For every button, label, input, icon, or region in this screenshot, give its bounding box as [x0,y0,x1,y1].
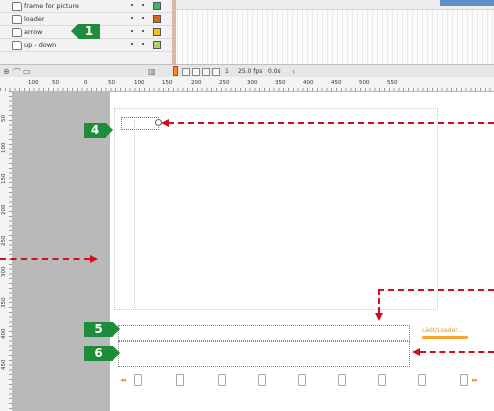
onion-skin-icon[interactable] [182,68,190,76]
layer-name: frame for picture [24,2,80,10]
layer-icon [12,2,22,11]
callout-5: 5 [84,322,120,337]
ruler-label: 100 [28,80,39,86]
ruler-label: 300 [1,266,7,278]
arrow-5-head-icon [375,313,383,321]
thumbnail-slot[interactable] [460,374,468,386]
ruler-label: 450 [1,359,7,371]
thumbnail-strip: ◂◂ ▸▸ [118,370,494,390]
ruler-label: 150 [162,80,173,86]
lock-dot-icon[interactable] [142,4,144,6]
callout-4: 4 [84,123,113,138]
arrow-stage-head-icon [90,255,98,263]
ruler-label: 350 [275,80,286,86]
scroll-left-icon[interactable]: ‹ [292,67,295,76]
timeline-frames-grid[interactable] [172,0,494,64]
layer-icon [12,15,22,24]
layer-color-swatch[interactable] [153,15,161,23]
picture-frame-placeholder[interactable] [121,117,159,130]
add-layer-icon[interactable]: ⊕ [3,67,10,76]
arrow-5-drop [378,289,380,313]
ruler-label: 0 [84,80,88,86]
layer-name: up - down [24,41,57,49]
edit-multiple-icon[interactable] [202,68,210,76]
layer-row-frame-for-picture[interactable]: frame for picture [0,0,172,13]
current-frame-readout: 1 [225,68,229,75]
thumbnail-slot[interactable] [218,374,226,386]
horizontal-ruler: 100 50 0 50 100 150 200 250 300 350 400 … [0,77,494,92]
callout-6: 6 [84,346,120,361]
ruler-label: 550 [387,80,398,86]
arrow-4-line [168,122,494,124]
thumbnail-slot[interactable] [176,374,184,386]
ruler-label: 450 [331,80,342,86]
add-folder-icon[interactable]: ▭ [23,67,31,76]
layer-color-swatch[interactable] [153,28,161,36]
ruler-label: 100 [134,80,145,86]
arrow-6-line [420,351,494,353]
thumbnail-slot[interactable] [258,374,266,386]
lock-dot-icon[interactable] [142,17,144,19]
arrow-5-line [378,289,494,291]
ruler-label: 400 [303,80,314,86]
ruler-label: 100 [1,142,7,154]
eye-dot-icon[interactable] [131,43,133,45]
loader-progress-bar [422,336,468,339]
up-down-bar-placeholder[interactable] [118,325,410,341]
ruler-label: 50 [108,80,115,86]
ruler-label: 250 [1,235,7,247]
ruler-label: 300 [247,80,258,86]
ruler-label: 350 [1,297,7,309]
onion-markers-icon[interactable] [212,68,220,76]
eye-dot-icon[interactable] [131,30,133,32]
arrow-6-head-icon [412,348,420,356]
thumbnail-slot[interactable] [338,374,346,386]
ruler-label: 500 [359,80,370,86]
frame-rate-readout: 25.0 fps [238,68,263,75]
layer-color-swatch[interactable] [153,2,161,10]
lock-dot-icon[interactable] [142,30,144,32]
caption-bar-placeholder[interactable] [118,341,410,367]
ruler-label: 400 [1,328,7,340]
panel-titlebar-fragment [440,0,494,6]
arrow-4-head-icon [161,119,169,127]
ruler-label: 50 [52,80,59,86]
thumbnail-slot[interactable] [134,374,142,386]
onion-outline-icon[interactable] [192,68,200,76]
eye-dot-icon[interactable] [131,4,133,6]
layer-name: arrow [24,28,43,36]
elapsed-time-readout: 0.0s [268,68,281,75]
layer-icon [12,41,22,50]
trash-icon[interactable]: ▥ [148,67,156,76]
next-arrow-icon[interactable]: ▸▸ [472,376,478,384]
thumbnail-slot[interactable] [418,374,426,386]
arrow-stage-line [0,258,90,260]
layer-row-up-down[interactable]: up - down [0,39,172,52]
eye-dot-icon[interactable] [131,17,133,19]
loader-text: Lädt/Loader... [422,327,463,334]
previous-arrow-icon[interactable]: ◂◂ [120,376,126,384]
ruler-label: 150 [1,173,7,185]
thumbnail-slot[interactable] [378,374,386,386]
callout-1: 1 [71,24,100,39]
layer-icon [12,28,22,37]
thumbnail-slot[interactable] [298,374,306,386]
ruler-label: 50 [1,115,7,122]
ruler-label: 200 [1,204,7,216]
layer-color-swatch[interactable] [153,41,161,49]
current-frame-highlight [172,0,176,64]
center-frame-icon[interactable] [173,66,178,76]
ruler-label: 250 [219,80,230,86]
ruler-label: 200 [191,80,202,86]
stage-guide-line [134,120,135,308]
layer-name: loader [24,15,45,23]
lock-dot-icon[interactable] [142,43,144,45]
stage-guide-box [114,108,438,310]
